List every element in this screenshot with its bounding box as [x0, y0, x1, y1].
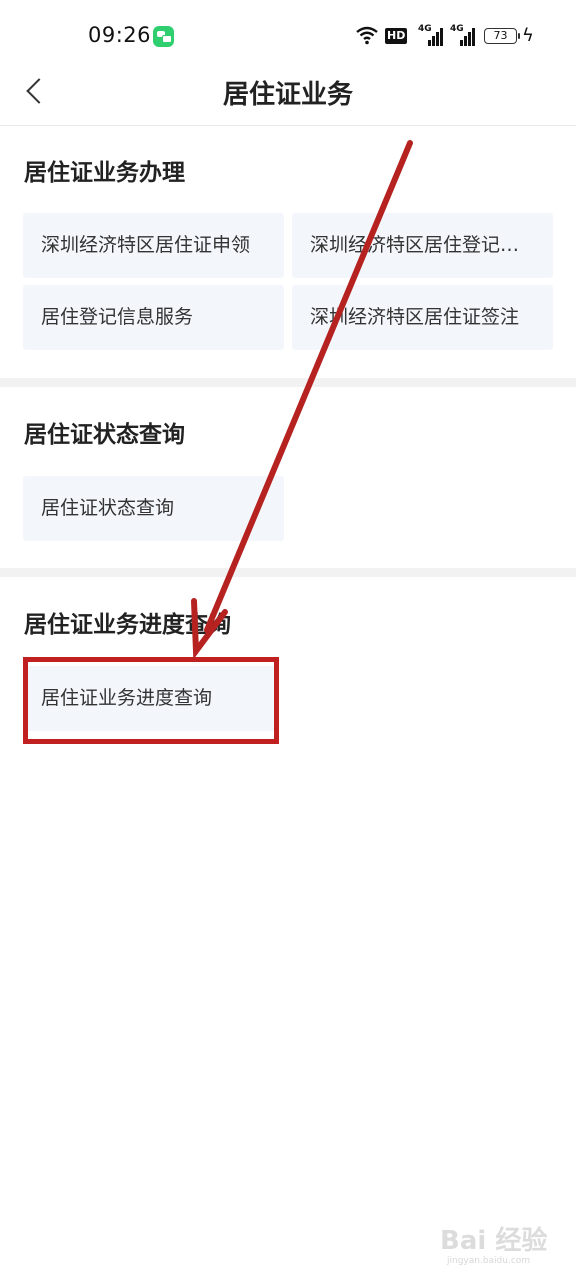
service-tile-residence-registration[interactable]: 深圳经济特区居住登记… — [292, 213, 553, 278]
service-tile-permit-endorsement[interactable]: 深圳经济特区居住证签注 — [292, 285, 553, 350]
service-tile-registration-info[interactable]: 居住登记信息服务 — [23, 285, 284, 350]
status-time: 09:26 — [88, 23, 152, 47]
service-tile-status-query[interactable]: 居住证状态查询 — [23, 476, 284, 541]
nav-header: 居住证业务 — [0, 66, 576, 126]
battery-icon: 73 — [484, 28, 520, 44]
section-divider — [0, 568, 576, 577]
charging-icon: ϟ — [522, 25, 534, 46]
page-title: 居住证业务 — [222, 80, 353, 110]
wifi-icon — [356, 26, 378, 45]
network-label: 4G — [418, 24, 432, 34]
section-title-handling: 居住证业务办理 — [24, 160, 185, 186]
section-title-status: 居住证状态查询 — [24, 422, 185, 448]
highlight-box — [23, 657, 279, 744]
status-bar: 09:26 HD 4G 4G 73 ϟ — [0, 0, 576, 66]
signal-icon: 4G — [450, 24, 476, 46]
section-title-progress: 居住证业务进度查询 — [24, 612, 231, 638]
annotation-arrow — [191, 140, 413, 660]
watermark-url: jingyan.baidu.com — [447, 1256, 531, 1266]
service-tile-permit-application[interactable]: 深圳经济特区居住证申领 — [23, 213, 284, 278]
section-divider — [0, 378, 576, 387]
message-app-icon — [153, 26, 174, 47]
hd-icon: HD — [385, 28, 408, 44]
watermark-logo: Bai 经验 — [440, 1226, 548, 1256]
network-label: 4G — [450, 24, 464, 34]
signal-icon: 4G — [418, 24, 444, 46]
